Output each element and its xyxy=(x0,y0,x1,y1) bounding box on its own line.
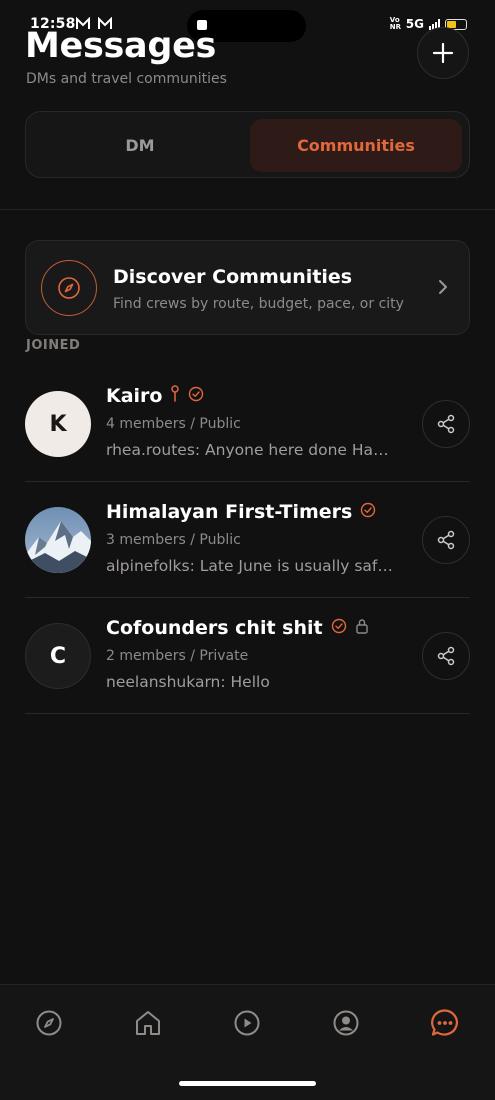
community-name: Himalayan First-Timers xyxy=(106,501,353,523)
chevron-right-icon xyxy=(437,278,449,300)
discover-subtitle: Find crews by route, budget, pace, or ci… xyxy=(113,296,404,312)
community-row-kairo[interactable]: K Kairo 4 members / Public rhea.routes: … xyxy=(25,366,470,482)
home-indicator xyxy=(179,1081,316,1086)
avatar-mountain-image xyxy=(25,507,91,573)
header-divider xyxy=(0,209,495,210)
discover-title: Discover Communities xyxy=(113,266,353,288)
last-message-preview: rhea.routes: Anyone here done Hampi in m… xyxy=(106,441,398,459)
network-label: 5G xyxy=(405,17,424,31)
nav-explore[interactable] xyxy=(29,1003,69,1043)
profile-icon xyxy=(333,1010,359,1036)
community-row-cofounders[interactable]: C Cofounders chit shit 2 members / Priva… xyxy=(25,598,470,714)
community-row-himalayan[interactable]: Himalayan First-Timers 3 members / Publi… xyxy=(25,482,470,598)
community-meta: 2 members / Private xyxy=(106,648,249,664)
new-message-button[interactable] xyxy=(417,27,469,79)
last-message-preview: alpinefolks: Late June is usually safe f… xyxy=(106,557,398,575)
discover-communities-card[interactable]: Discover Communities Find crews by route… xyxy=(25,240,470,335)
last-message-preview: neelanshukarn: Hello xyxy=(106,673,270,691)
compass-icon xyxy=(41,260,97,316)
plus-icon xyxy=(432,42,454,64)
vonr-icon: Vo NR xyxy=(389,16,402,31)
nav-messages[interactable] xyxy=(425,1003,465,1043)
tab-communities[interactable]: Communities xyxy=(250,119,462,172)
share-button[interactable] xyxy=(422,516,470,564)
status-right: Vo NR 5G xyxy=(390,17,467,31)
avatar: C xyxy=(25,623,91,689)
share-icon xyxy=(437,530,455,550)
page-title: Messages xyxy=(25,26,217,66)
community-meta: 3 members / Public xyxy=(106,532,241,548)
compass-icon xyxy=(36,1010,62,1036)
home-icon xyxy=(136,1011,160,1035)
nav-home[interactable] xyxy=(128,1003,168,1043)
community-name: Cofounders chit shit xyxy=(106,617,323,639)
pin-icon xyxy=(170,385,180,407)
verified-icon xyxy=(188,386,204,406)
nav-videos[interactable] xyxy=(227,1003,267,1043)
share-icon xyxy=(437,414,455,434)
verified-icon xyxy=(331,618,347,638)
nav-profile[interactable] xyxy=(326,1003,366,1043)
verified-icon xyxy=(360,502,376,522)
chat-icon xyxy=(431,1009,458,1036)
community-name: Kairo xyxy=(106,385,163,407)
share-icon xyxy=(437,646,455,666)
community-meta: 4 members / Public xyxy=(106,416,241,432)
lock-icon xyxy=(355,618,369,638)
tab-dm[interactable]: DM xyxy=(34,119,246,172)
share-button[interactable] xyxy=(422,400,470,448)
tab-switcher: DM Communities xyxy=(25,111,470,178)
avatar: K xyxy=(25,391,91,457)
share-button[interactable] xyxy=(422,632,470,680)
section-label-joined: JOINED xyxy=(26,338,81,353)
page-subtitle: DMs and travel communities xyxy=(26,71,227,87)
play-icon xyxy=(234,1010,260,1036)
